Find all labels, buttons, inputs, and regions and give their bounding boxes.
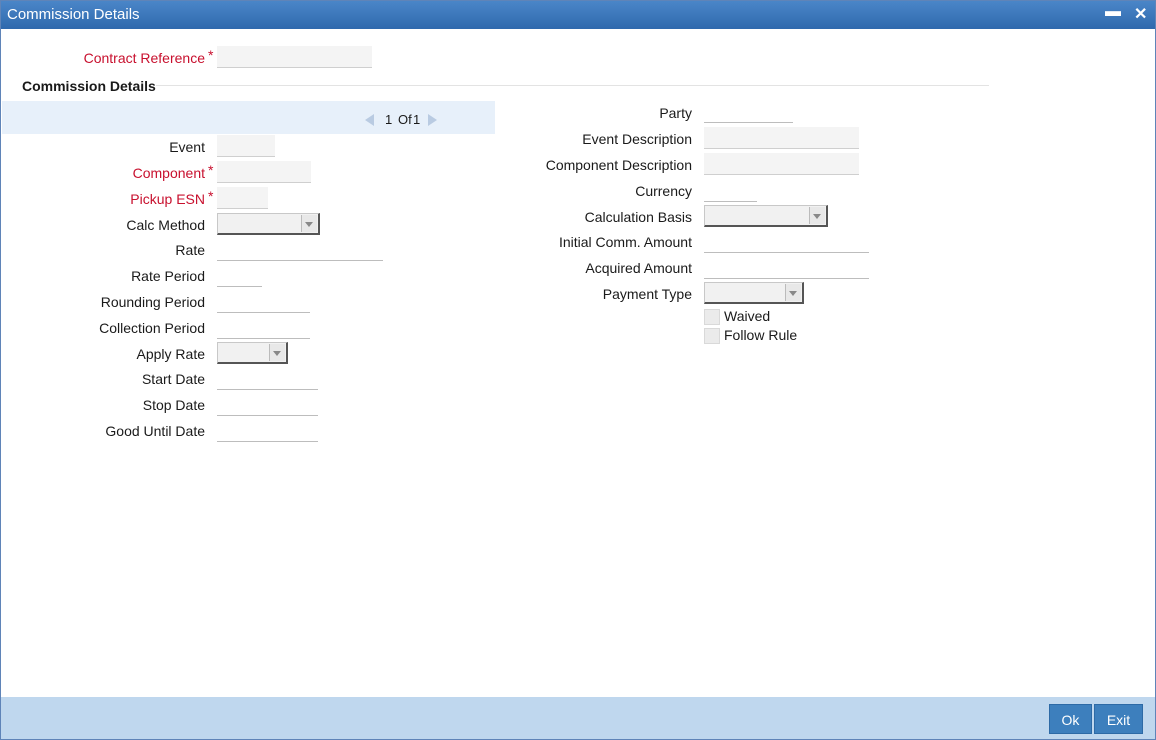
chevron-down-icon bbox=[301, 215, 317, 232]
stop-date-label: Stop Date bbox=[142, 397, 205, 413]
collection-period-label: Collection Period bbox=[99, 320, 205, 336]
event-description-label: Event Description bbox=[582, 131, 692, 147]
currency-input[interactable] bbox=[704, 180, 757, 202]
follow-rule-label: Follow Rule bbox=[724, 327, 798, 343]
section-title: Commission Details bbox=[22, 78, 156, 94]
exit-button[interactable]: Exit bbox=[1094, 704, 1143, 734]
rounding-period-input[interactable] bbox=[217, 291, 310, 313]
calc-method-label: Calc Method bbox=[126, 217, 205, 233]
initial-comm-amount-label: Initial Comm. Amount bbox=[558, 234, 692, 250]
section-divider bbox=[156, 85, 989, 86]
footer-bar bbox=[1, 697, 1155, 739]
rate-input[interactable] bbox=[217, 239, 383, 261]
component-description-label: Component Description bbox=[545, 157, 692, 173]
next-page-icon[interactable] bbox=[428, 114, 437, 126]
follow-rule-checkbox[interactable] bbox=[704, 328, 720, 344]
waived-checkbox[interactable] bbox=[704, 309, 720, 325]
pager-total: 1 bbox=[413, 112, 421, 127]
calc-method-select[interactable] bbox=[217, 213, 320, 235]
component-required-mark: * bbox=[208, 162, 214, 178]
pager-of: Of bbox=[398, 112, 412, 127]
good-until-date-label: Good Until Date bbox=[105, 423, 205, 439]
previous-page-icon[interactable] bbox=[365, 114, 374, 126]
contract-reference-input[interactable] bbox=[217, 46, 372, 68]
rounding-period-label: Rounding Period bbox=[100, 294, 205, 310]
currency-label: Currency bbox=[635, 183, 692, 199]
payment-type-select[interactable] bbox=[704, 282, 804, 304]
party-label: Party bbox=[659, 105, 692, 121]
close-icon[interactable]: ✕ bbox=[1134, 4, 1147, 24]
payment-type-label: Payment Type bbox=[602, 286, 692, 302]
apply-rate-label: Apply Rate bbox=[136, 346, 205, 362]
ok-button[interactable]: Ok bbox=[1049, 704, 1092, 734]
stop-date-input[interactable] bbox=[217, 394, 318, 416]
minimize-icon[interactable]: ▬ bbox=[1105, 3, 1121, 21]
commission-details-window: Commission Details ▬ ✕ Contract Referenc… bbox=[0, 0, 1156, 740]
calculation-basis-label: Calculation Basis bbox=[584, 209, 692, 225]
pager-current: 1 bbox=[385, 112, 393, 127]
pickup-esn-label: Pickup ESN bbox=[130, 191, 205, 207]
window-title: Commission Details bbox=[7, 6, 140, 23]
pickup-esn-required-mark: * bbox=[208, 188, 214, 204]
required-mark: * bbox=[208, 47, 214, 63]
collection-period-input[interactable] bbox=[217, 317, 310, 339]
calculation-basis-select[interactable] bbox=[704, 205, 828, 227]
pickup-esn-input[interactable] bbox=[217, 187, 268, 209]
component-input[interactable] bbox=[217, 161, 311, 183]
chevron-down-icon bbox=[269, 344, 285, 361]
component-label: Component bbox=[132, 165, 205, 181]
start-date-input[interactable] bbox=[217, 368, 318, 390]
acquired-amount-label: Acquired Amount bbox=[585, 260, 692, 276]
rate-label: Rate bbox=[175, 242, 205, 258]
event-description-input[interactable] bbox=[704, 127, 859, 149]
component-description-input[interactable] bbox=[704, 153, 859, 175]
party-input[interactable] bbox=[704, 101, 793, 123]
acquired-amount-input[interactable] bbox=[704, 257, 869, 279]
good-until-date-input[interactable] bbox=[217, 420, 318, 442]
chevron-down-icon bbox=[809, 207, 825, 224]
event-label: Event bbox=[169, 139, 205, 155]
event-input[interactable] bbox=[217, 135, 275, 157]
rate-period-label: Rate Period bbox=[131, 268, 205, 284]
waived-label: Waived bbox=[724, 308, 771, 324]
start-date-label: Start Date bbox=[141, 371, 205, 387]
chevron-down-icon bbox=[785, 284, 801, 301]
initial-comm-amount-input[interactable] bbox=[704, 231, 869, 253]
rate-period-input[interactable] bbox=[217, 265, 262, 287]
title-bar: Commission Details ▬ ✕ bbox=[1, 1, 1155, 29]
apply-rate-select[interactable] bbox=[217, 342, 288, 364]
contract-reference-label: Contract Reference bbox=[83, 50, 205, 66]
pager-band bbox=[2, 101, 495, 134]
